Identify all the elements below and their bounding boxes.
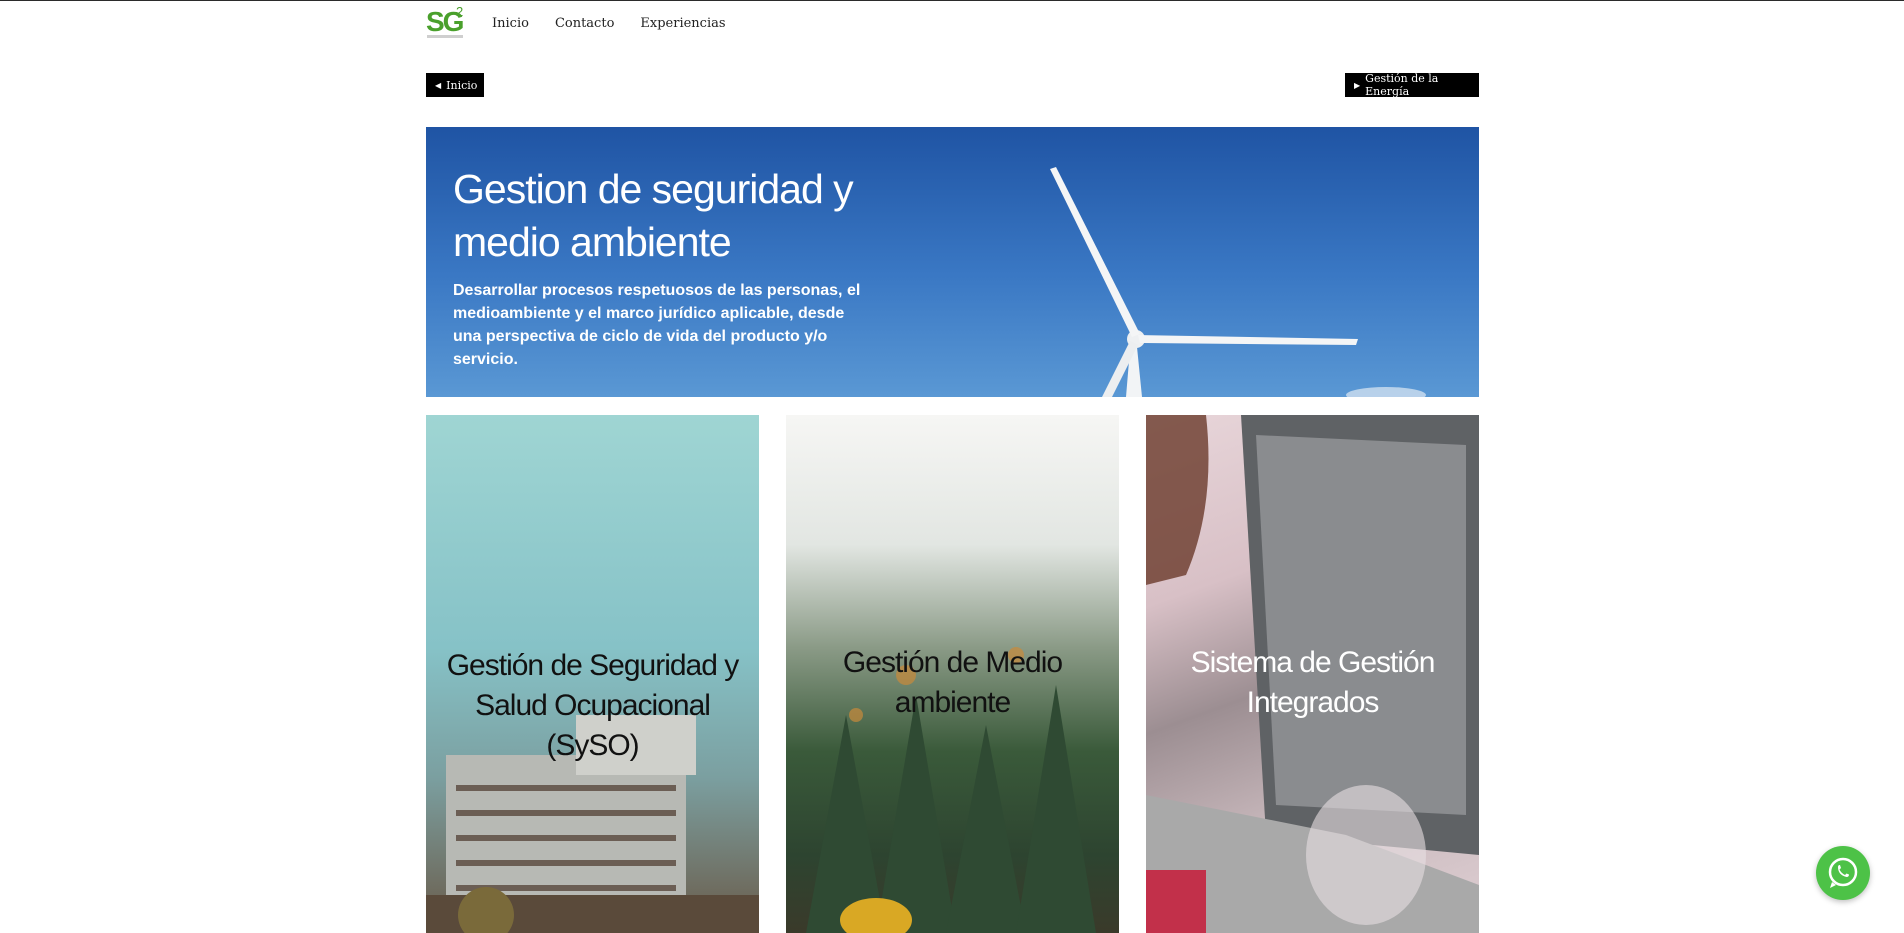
card-sistema-gestion[interactable]: Sistema de Gestión Integrados — [1146, 415, 1479, 933]
prev-page-label: Inicio — [446, 78, 478, 92]
prev-page-button[interactable]: ◀ Inicio — [426, 73, 484, 97]
card-syso-label: Gestión de Seguridad y Salud Ocupacional… — [446, 649, 740, 762]
page: SG 2 Inicio Contacto Experiencias ◀ Inic… — [0, 0, 1904, 933]
card-sistema-gestion-label: Sistema de Gestión Integrados — [1190, 646, 1436, 719]
site-logo[interactable]: SG 2 — [426, 4, 464, 40]
nav-item-contacto[interactable]: Contacto — [555, 16, 614, 31]
hero-title: Gestion de seguridad y medio ambiente — [453, 166, 854, 265]
hero-description: Desarrollar procesos respetuosos de las … — [453, 282, 861, 368]
nav-item-experiencias[interactable]: Experiencias — [640, 16, 725, 31]
caret-left-icon: ◀ — [435, 80, 442, 90]
logo-superscript: 2 — [456, 4, 464, 19]
caret-right-icon: ▶ — [1354, 80, 1361, 90]
main-nav: Inicio Contacto Experiencias — [492, 16, 726, 31]
next-page-label: Gestión de la Energía — [1365, 72, 1439, 98]
whatsapp-chat-button[interactable] — [1816, 846, 1870, 900]
top-divider — [0, 0, 1904, 1]
next-page-button[interactable]: ▶ Gestión de la Energía — [1345, 72, 1479, 98]
whatsapp-icon — [1828, 857, 1858, 888]
card-syso[interactable]: Gestión de Seguridad y Salud Ocupacional… — [426, 415, 759, 933]
card-medio-ambiente[interactable]: Gestión de Medio ambiente — [786, 415, 1119, 933]
nav-item-inicio[interactable]: Inicio — [492, 16, 529, 31]
logo-tagline-mark — [427, 35, 463, 38]
hero-banner: Gestion de seguridad y medio ambiente De… — [426, 127, 1479, 397]
card-medio-ambiente-label: Gestión de Medio ambiente — [842, 646, 1063, 719]
